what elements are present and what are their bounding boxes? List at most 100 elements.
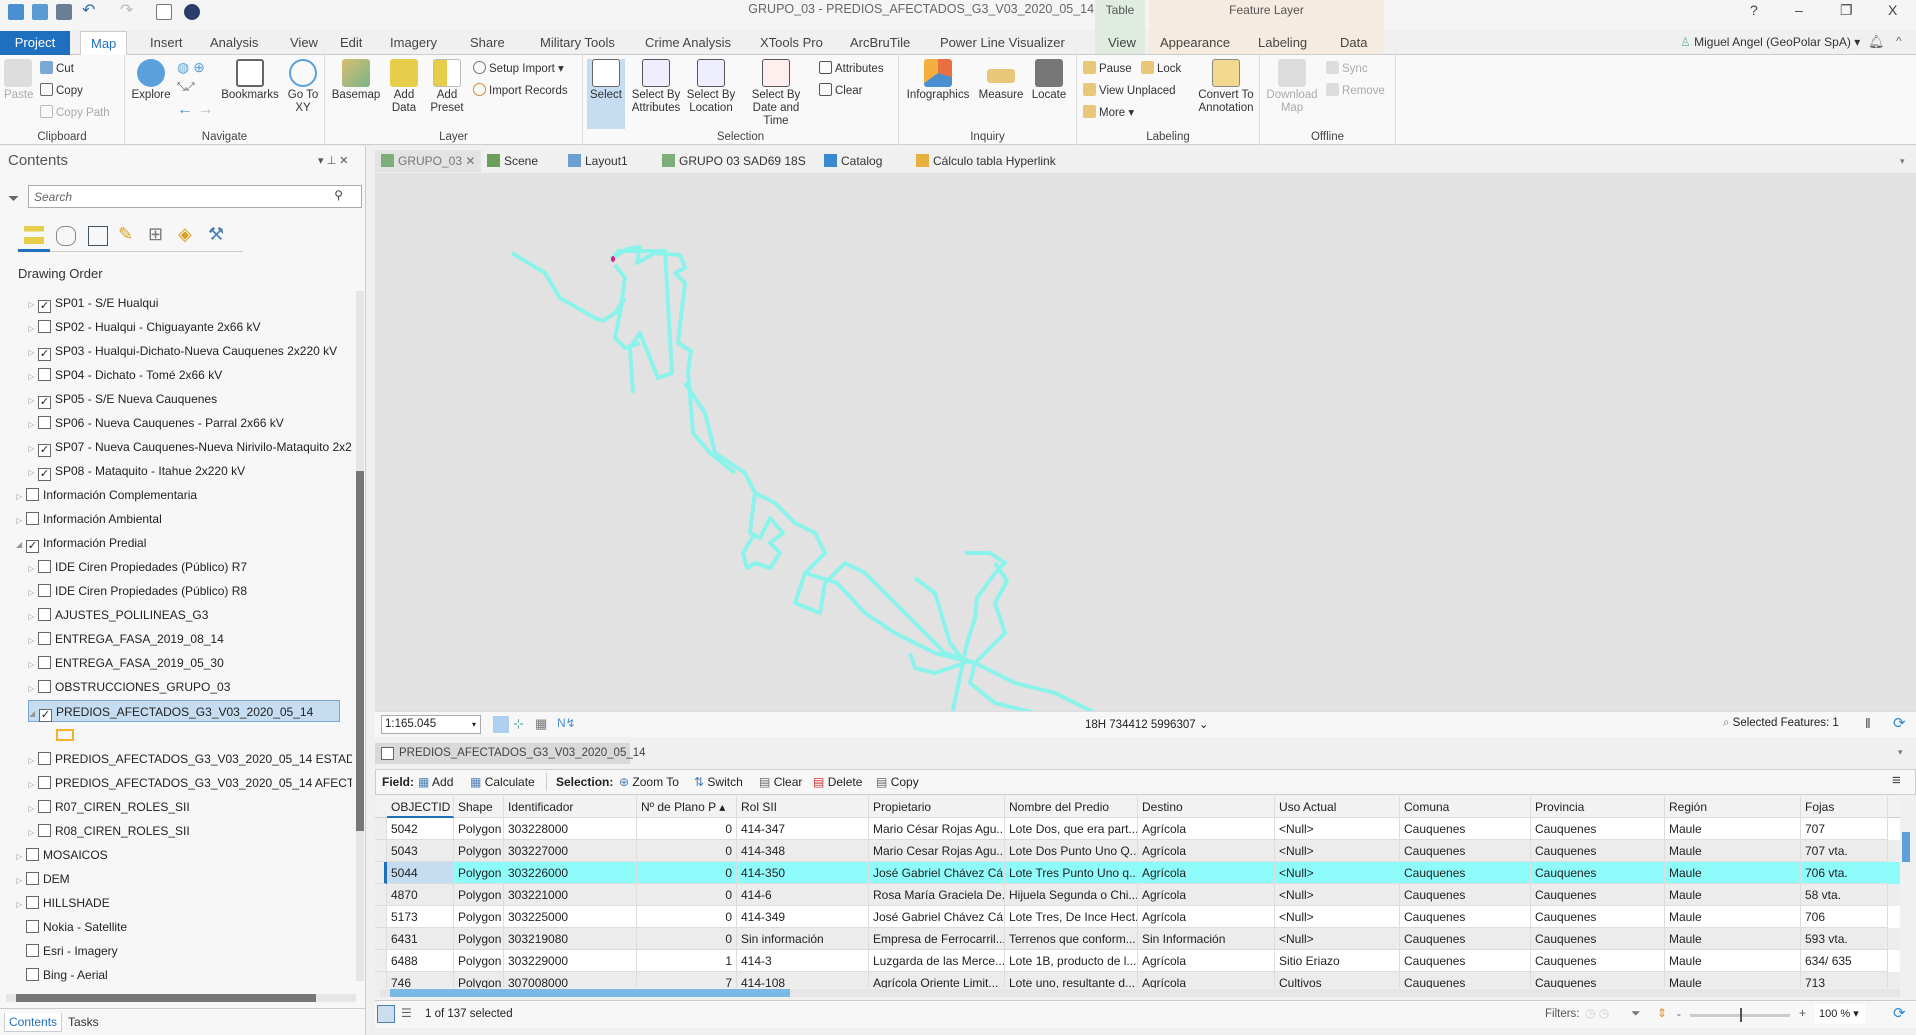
tab-scene[interactable]: Scene [487, 150, 538, 172]
table-cell[interactable]: Polygon [454, 906, 504, 928]
list-by-snapping-icon[interactable]: ⊞ [148, 224, 163, 245]
layer-item[interactable]: ▷ ✓ SP07 - Nueva Cauquenes-Nueva Nirivilo-… [28, 436, 352, 458]
row-header[interactable] [375, 818, 387, 840]
table-cell[interactable]: 414-3 [737, 950, 869, 972]
visibility-checkbox[interactable]: ✓ [39, 709, 52, 722]
copy-selection-button[interactable]: ▤ Copy [876, 775, 919, 789]
select-by-location-button[interactable]: Select By Location [685, 59, 737, 115]
layer-item[interactable]: ▷ R08_CIREN_ROLES_SII [28, 820, 190, 842]
tab-crime-analysis[interactable]: Crime Analysis [635, 31, 741, 55]
collapse-ribbon-icon[interactable]: ^ [1896, 34, 1902, 48]
visibility-checkbox[interactable]: ✓ [26, 540, 39, 553]
table-cell[interactable]: 593 vta. [1801, 928, 1888, 950]
layer-item[interactable]: ▷ IDE Ciren Propiedades (Público) R8 [28, 580, 247, 602]
layer-item[interactable]: ◢ ✓ Información Predial [16, 532, 146, 554]
table-view-tab[interactable]: PREDIOS_AFECTADOS_G3_V03_2020_05_14 ✕ [375, 743, 646, 780]
infographics-button[interactable]: Infographics [903, 59, 973, 102]
tab-view[interactable]: View [1098, 31, 1146, 55]
table-cell[interactable]: Maule [1665, 950, 1801, 972]
expand-icon[interactable]: ▷ [16, 486, 26, 508]
table-cell[interactable]: 6431 [387, 928, 454, 950]
table-cell[interactable]: Polygon [454, 972, 504, 988]
layer-item[interactable]: ▷ PREDIOS_AFECTADOS_G3_V03_2020_05_14 EST… [28, 748, 352, 770]
minimize-button[interactable]: – [1795, 2, 1803, 18]
table-cell[interactable]: Cauquenes [1400, 862, 1531, 884]
tree-horizontal-scrollbar[interactable] [6, 994, 356, 1002]
pane-options-icon[interactable]: ▾ ⊥ ✕ [318, 154, 348, 167]
help-button[interactable]: ? [1750, 2, 1758, 18]
table-cell[interactable]: 303221000 [504, 884, 637, 906]
layer-item[interactable]: ▷ PREDIOS_AFECTADOS_G3_V03_2020_05_14 AFE… [28, 772, 352, 794]
table-cell[interactable]: <Null> [1275, 884, 1400, 906]
table-cell[interactable]: <Null> [1275, 818, 1400, 840]
paste-button[interactable]: Paste [4, 59, 33, 102]
layer-item[interactable]: ▷ ✓ SP01 - S/E Hualqui [28, 292, 158, 314]
layer-item[interactable]: ▷ Información Ambiental [16, 508, 162, 530]
visibility-checkbox[interactable] [38, 560, 51, 573]
add-field-button[interactable]: ▦ Add [418, 775, 453, 789]
tab-share[interactable]: Share [460, 31, 515, 55]
tabs-overflow-icon[interactable]: ▾ [1900, 150, 1905, 172]
table-row[interactable]: 5044 Polygon 303226000 0 414-350 José Gabriel… [375, 862, 1900, 884]
expand-icon[interactable]: ▷ [28, 390, 38, 412]
row-header[interactable] [375, 972, 387, 988]
table-cell[interactable]: 414-350 [737, 862, 869, 884]
show-selected-records-icon[interactable]: ☰ [401, 1006, 412, 1020]
visibility-checkbox[interactable]: ✓ [38, 468, 51, 481]
table-cell[interactable]: Mario César Rojas Agu... [869, 818, 1005, 840]
search-input[interactable]: Search ⚲ [28, 185, 362, 208]
layer-item[interactable]: ▷ OBSTRUCCIONES_GRUPO_03 [28, 676, 230, 698]
table-cell[interactable]: Cauquenes [1531, 862, 1665, 884]
layer-item[interactable]: ▷ AJUSTES_POLILINEAS_G3 [28, 604, 208, 626]
layer-item[interactable]: ▷ MOSAICOS [16, 844, 108, 866]
go-to-xy-button[interactable]: Go To XY [285, 59, 321, 115]
expand-icon[interactable]: ▷ [28, 318, 38, 340]
select-by-date-button[interactable]: Select By Date and Time [739, 59, 813, 128]
layer-item[interactable]: ▷ Información Complementaria [16, 484, 197, 506]
row-header[interactable] [375, 840, 387, 862]
table-cell[interactable]: 303219080 [504, 928, 637, 950]
table-cell[interactable]: Polygon [454, 928, 504, 950]
table-cell[interactable]: Cauquenes [1531, 950, 1665, 972]
layer-item[interactable]: Esri - Imagery [16, 940, 118, 962]
table-cell[interactable]: Agrícola Oriente Limit... [869, 972, 1005, 988]
more-labeling-button[interactable]: More ▾ [1083, 105, 1134, 119]
refresh-icon[interactable]: ⟳ [1893, 714, 1906, 732]
tab-imagery[interactable]: Imagery [380, 31, 447, 55]
symbol-swatch[interactable] [56, 729, 74, 741]
explore-button[interactable]: Explore [129, 59, 173, 102]
layer-item[interactable]: ▷ DEM [16, 868, 70, 890]
layer-item[interactable]: ▷ SP04 - Dichato - Tomé 2x66 kV [28, 364, 222, 386]
parcel-outline[interactable] [510, 251, 627, 323]
row-header[interactable] [375, 950, 387, 972]
table-cell[interactable]: 0 [637, 906, 737, 928]
measure-button[interactable]: Measure [977, 59, 1025, 102]
expand-icon[interactable]: ▷ [28, 606, 38, 628]
full-extent-icon[interactable]: ◍ ⊕ [177, 59, 205, 76]
table-cell[interactable]: Cauquenes [1531, 972, 1665, 988]
expand-icon[interactable]: ▷ [28, 774, 38, 796]
table-cell[interactable]: José Gabriel Chávez Cá... [869, 862, 1005, 884]
select-button[interactable]: Select [587, 59, 625, 129]
grid-icon[interactable]: ⊹ [513, 716, 524, 732]
sync-button[interactable]: Sync [1326, 61, 1368, 75]
select-by-attributes-button[interactable]: Select By Attributes [629, 59, 683, 115]
row-header[interactable] [375, 906, 387, 928]
table-cell[interactable]: 303226000 [504, 862, 637, 884]
tab-layout1[interactable]: Layout1 [568, 150, 628, 172]
expand-icon[interactable]: ▷ [28, 366, 38, 388]
expand-icon[interactable]: ▷ [28, 654, 38, 676]
attributes-button[interactable]: Attributes [819, 61, 884, 75]
table-zoom-slider[interactable] [1690, 1008, 1790, 1022]
table-cell[interactable]: 0 [637, 818, 737, 840]
table-cell[interactable]: 0 [637, 928, 737, 950]
visibility-checkbox[interactable] [26, 896, 39, 909]
filter-icon[interactable]: ⏷ [8, 190, 19, 207]
table-cell[interactable]: 746 [387, 972, 454, 988]
tab-tasks[interactable]: Tasks [68, 1015, 99, 1029]
table-cell[interactable]: 706 vta. [1801, 862, 1888, 884]
map-view[interactable] [375, 173, 1916, 1035]
table-cell[interactable]: Cauquenes [1531, 840, 1665, 862]
table-cell[interactable]: 414-347 [737, 818, 869, 840]
table-cell[interactable]: 634/ 635 [1801, 950, 1888, 972]
